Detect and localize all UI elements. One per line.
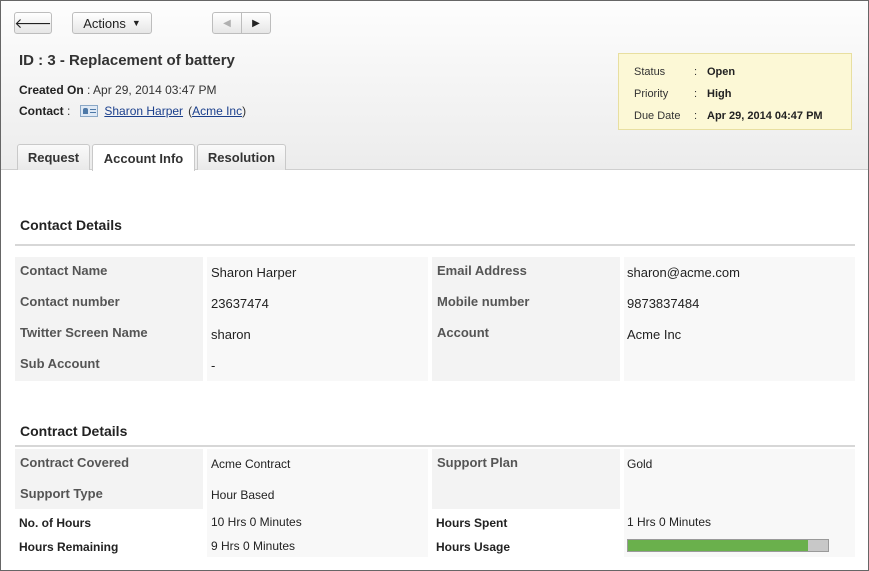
ticket-window: 🡐 Actions ▼ ◀ ▶ ID : 3 - Replacement of … bbox=[0, 0, 869, 571]
hours-spent-label: Hours Spent bbox=[436, 516, 508, 530]
email-address-value: sharon@acme.com bbox=[627, 265, 740, 280]
due-date-separator: : bbox=[694, 110, 698, 122]
hours-usage-fill bbox=[628, 540, 808, 551]
contact-details-divider bbox=[15, 244, 855, 246]
account-value: Acme Inc bbox=[627, 327, 682, 342]
contact-details-heading: Contact Details bbox=[20, 217, 122, 233]
tab-account-info[interactable]: Account Info bbox=[92, 144, 195, 171]
actions-label: Actions bbox=[83, 15, 126, 31]
contract-covered-value: Acme Contract bbox=[211, 457, 291, 471]
hours-remaining-value: 9 Hrs 0 Minutes bbox=[211, 539, 296, 553]
sub-account-label: Sub Account bbox=[20, 356, 100, 371]
twitter-name-value: sharon bbox=[211, 327, 251, 342]
back-button[interactable]: 🡐 bbox=[14, 12, 52, 34]
previous-button[interactable]: ◀ bbox=[212, 12, 242, 34]
mobile-number-value: 9873837484 bbox=[627, 296, 700, 311]
twitter-name-label: Twitter Screen Name bbox=[20, 325, 148, 340]
back-arrow-icon: 🡐 bbox=[14, 14, 52, 31]
support-type-label: Support Type bbox=[20, 486, 103, 501]
tab-request[interactable]: Request bbox=[17, 144, 90, 170]
support-plan-label: Support Plan bbox=[437, 455, 518, 470]
mobile-number-label: Mobile number bbox=[437, 294, 530, 309]
tab-resolution[interactable]: Resolution bbox=[197, 144, 286, 170]
email-address-label: Email Address bbox=[437, 263, 527, 278]
hours-usage-bar bbox=[627, 539, 829, 552]
contact-name-value: Sharon Harper bbox=[211, 265, 297, 280]
contract-covered-label: Contract Covered bbox=[20, 455, 130, 470]
account-close-paren: ) bbox=[242, 104, 247, 118]
created-on-label: Created On bbox=[19, 83, 84, 97]
prev-arrow-icon: ◀ bbox=[223, 17, 231, 29]
contact-name-link[interactable]: Sharon Harper bbox=[104, 104, 183, 118]
contact-label: Contact bbox=[19, 104, 64, 118]
hours-usage-label: Hours Usage bbox=[436, 540, 511, 554]
hours-remaining-label: Hours Remaining bbox=[19, 540, 119, 554]
next-button[interactable]: ▶ bbox=[241, 12, 271, 34]
hours-spent-value: 1 Hrs 0 Minutes bbox=[627, 515, 712, 529]
priority-row: Priority : High bbox=[634, 88, 731, 100]
tab-account-info-label: Account Info bbox=[103, 150, 184, 166]
status-value: Open bbox=[707, 66, 736, 78]
contact-number-value: 23637474 bbox=[211, 296, 269, 311]
caret-down-icon: ▼ bbox=[131, 18, 141, 28]
contract-details-heading: Contract Details bbox=[20, 423, 128, 439]
created-on-line: Created On : Apr 29, 2014 03:47 PM bbox=[19, 83, 216, 97]
ticket-title: ID : 3 - Replacement of battery bbox=[19, 52, 235, 69]
contract-details-divider bbox=[15, 445, 855, 447]
next-arrow-icon: ▶ bbox=[252, 17, 260, 29]
due-date-label: Due Date bbox=[634, 110, 681, 122]
due-date-row: Due Date : Apr 29, 2014 04:47 PM bbox=[634, 110, 823, 122]
priority-label: Priority bbox=[634, 88, 669, 100]
priority-value: High bbox=[707, 88, 732, 100]
status-summary-box: Status : Open Priority : High Due Date :… bbox=[618, 53, 852, 130]
tab-request-label: Request bbox=[27, 150, 80, 165]
no-of-hours-value: 10 Hrs 0 Minutes bbox=[211, 515, 302, 529]
contact-number-label: Contact number bbox=[20, 294, 120, 309]
contract-value-col2-bg bbox=[624, 449, 855, 509]
tab-resolution-label: Resolution bbox=[207, 150, 276, 165]
no-of-hours-label: No. of Hours bbox=[19, 516, 91, 530]
due-date-value: Apr 29, 2014 04:47 PM bbox=[707, 110, 823, 122]
contact-name-label: Contact Name bbox=[20, 263, 108, 278]
account-name-link[interactable]: Acme Inc bbox=[192, 104, 242, 118]
status-label: Status bbox=[634, 66, 666, 78]
status-row: Status : Open bbox=[634, 66, 735, 78]
ticket-header: 🡐 Actions ▼ ◀ ▶ ID : 3 - Replacement of … bbox=[1, 1, 868, 171]
contact-separator: : bbox=[63, 104, 71, 118]
priority-separator: : bbox=[694, 88, 698, 100]
contact-line: Contact : Sharon Harper ( Acme Inc ) bbox=[19, 104, 246, 118]
support-type-value: Hour Based bbox=[211, 488, 275, 502]
account-label: Account bbox=[437, 325, 489, 340]
status-separator: : bbox=[694, 66, 698, 78]
contact-card-icon bbox=[80, 105, 99, 117]
actions-dropdown[interactable]: Actions ▼ bbox=[72, 12, 152, 34]
sub-account-value: - bbox=[211, 358, 216, 373]
support-plan-value: Gold bbox=[627, 457, 653, 471]
created-on-value: Apr 29, 2014 03:47 PM bbox=[93, 83, 217, 97]
